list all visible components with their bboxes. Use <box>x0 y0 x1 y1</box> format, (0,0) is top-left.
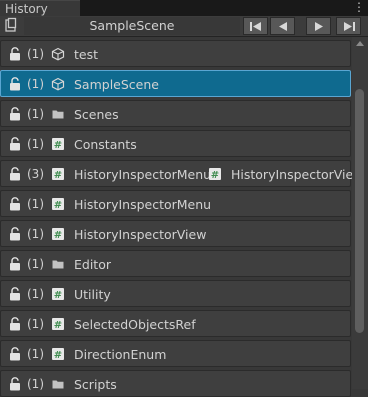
history-list: (1) test (1) SampleScene (1) Scenes (1) # Consta… <box>0 36 363 397</box>
history-item-label[interactable]: test <box>74 47 98 62</box>
script-icon: # <box>51 227 65 241</box>
history-row[interactable]: (1) # SelectedObjectsRef <box>0 310 351 337</box>
history-row[interactable]: (1) # Constants <box>0 130 351 157</box>
history-count: (1) <box>27 317 44 331</box>
script-icon: # <box>51 167 65 181</box>
history-row[interactable]: (1) # Utility <box>0 280 351 307</box>
lock-icon[interactable] <box>9 257 21 271</box>
unity-icon <box>51 77 65 91</box>
history-count: (1) <box>27 347 44 361</box>
lock-icon[interactable] <box>9 167 21 181</box>
svg-text:#: # <box>54 140 62 151</box>
lock-icon[interactable] <box>9 317 21 331</box>
script-icon: # <box>51 197 65 211</box>
history-item-label[interactable]: HistoryInspectorView <box>231 167 363 182</box>
history-item-label[interactable]: HistoryInspectorMenu <box>74 167 211 182</box>
history-item-label[interactable]: Editor <box>74 257 111 272</box>
script-icon: # <box>51 287 65 301</box>
arrow-right-icon <box>315 22 323 31</box>
history-item-label[interactable]: Scripts <box>74 377 117 392</box>
history-count: (3) <box>27 167 44 181</box>
history-count: (1) <box>27 47 44 61</box>
lock-icon[interactable] <box>9 137 21 151</box>
history-row[interactable]: (1) # HistoryInspectorView <box>0 220 351 247</box>
history-count: (1) <box>27 257 44 271</box>
last-button[interactable] <box>336 17 361 35</box>
folder-icon <box>51 257 65 271</box>
history-count: (1) <box>27 197 44 211</box>
history-row[interactable]: (1) test <box>0 40 351 67</box>
scroll-thumb[interactable] <box>355 89 364 333</box>
history-row[interactable]: (1) # HistoryInspectorMenu <box>0 190 351 217</box>
first-button[interactable] <box>243 17 268 35</box>
script-icon: # <box>51 137 65 151</box>
folder-icon <box>51 107 65 121</box>
unity-icon <box>51 47 65 61</box>
svg-text:#: # <box>54 290 62 301</box>
history-item-label[interactable]: SampleScene <box>74 77 159 92</box>
lock-icon[interactable] <box>9 107 21 121</box>
history-item-label[interactable]: SelectedObjectsRef <box>74 317 196 332</box>
previous-button[interactable] <box>270 17 295 35</box>
history-count: (1) <box>27 77 44 91</box>
history-item-label[interactable]: Utility <box>74 287 111 302</box>
lock-icon[interactable] <box>9 287 21 301</box>
history-count: (1) <box>27 287 44 301</box>
history-row[interactable]: (1) Editor <box>0 250 351 277</box>
svg-text:#: # <box>54 230 62 241</box>
tab-bar: History Insp. ⋮ <box>0 0 368 32</box>
history-count: (1) <box>27 227 44 241</box>
svg-text:#: # <box>54 320 62 331</box>
svg-text:#: # <box>54 200 62 211</box>
scroll-up-icon[interactable] <box>356 41 364 46</box>
arrow-left-icon <box>279 22 287 31</box>
tab-history-inspector[interactable]: History Insp. <box>0 0 80 32</box>
history-row[interactable]: (1) Scripts <box>0 370 351 397</box>
history-count: (1) <box>27 137 44 151</box>
history-row[interactable]: (1) # DirectionEnum <box>0 340 351 367</box>
history-item-label[interactable]: HistoryInspectorView <box>74 227 206 242</box>
vertical-scrollbar[interactable] <box>352 37 368 389</box>
lock-icon[interactable] <box>9 47 21 61</box>
history-item-label[interactable]: DirectionEnum <box>74 347 166 362</box>
toolbar: SampleScene <box>0 16 368 37</box>
history-item-label[interactable]: Constants <box>74 137 137 152</box>
history-row[interactable]: (1) Scenes <box>0 100 351 127</box>
lock-icon[interactable] <box>9 227 21 241</box>
script-icon: # <box>51 347 65 361</box>
svg-text:#: # <box>54 170 62 181</box>
svg-text:#: # <box>54 350 62 361</box>
skip-back-icon <box>250 22 261 31</box>
history-item-label[interactable]: HistoryInspectorMenu <box>74 197 211 212</box>
history-item-label[interactable]: Scenes <box>74 107 119 122</box>
history-row[interactable]: (3) # HistoryInspectorMenu # HistoryInspecto… <box>0 160 363 187</box>
lock-icon[interactable] <box>9 77 21 91</box>
next-button[interactable] <box>306 17 331 35</box>
window-menu-icon[interactable]: ⋮ <box>353 0 365 16</box>
copy-icon[interactable] <box>2 17 20 35</box>
history-row[interactable]: (1) SampleScene <box>0 70 351 97</box>
script-icon: # <box>208 167 222 181</box>
lock-icon[interactable] <box>9 197 21 211</box>
svg-text:#: # <box>211 170 219 181</box>
skip-forward-icon <box>344 22 355 31</box>
lock-icon[interactable] <box>9 347 21 361</box>
history-count: (1) <box>27 107 44 121</box>
scene-name-field[interactable]: SampleScene <box>24 17 240 35</box>
script-icon: # <box>51 317 65 331</box>
